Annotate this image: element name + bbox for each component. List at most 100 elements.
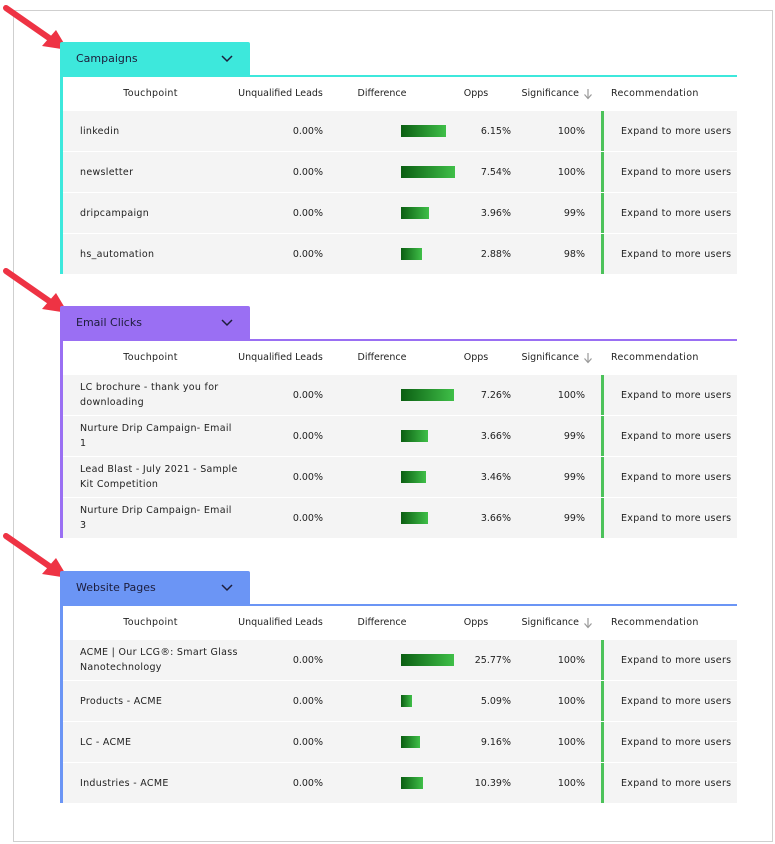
- significance-value: 98%: [563, 248, 585, 260]
- touchpoint-name: ACME | Our LCG®: Smart Glass Nanotechnol…: [80, 647, 238, 673]
- column-unqualified-leads[interactable]: Unqualified Leads: [238, 351, 323, 365]
- touchpoint-name: Industries - ACME: [80, 777, 169, 789]
- opps-value: 10.39%: [474, 777, 511, 789]
- significance-value: 100%: [557, 695, 585, 707]
- section-title: Email Clicks: [76, 316, 142, 329]
- unqualified-leads-value: 0.00%: [292, 471, 323, 483]
- table-row[interactable]: LC - ACME 0.00% 9.16% 100% Expand to mor…: [63, 721, 737, 762]
- recommendation-text: Expand to more users: [601, 681, 737, 721]
- recommendation-text: Expand to more users: [601, 457, 737, 497]
- touchpoint-name: hs_automation: [80, 248, 155, 260]
- column-significance[interactable]: Significance: [511, 617, 601, 629]
- table-row[interactable]: Nurture Drip Campaign- Email 3 0.00% 3.6…: [63, 497, 737, 538]
- touchpoint-table: Touchpoint Unqualified Leads Difference …: [60, 77, 737, 274]
- difference-bar: [401, 695, 412, 707]
- difference-cell: [323, 430, 441, 442]
- significance-value: 100%: [557, 125, 585, 137]
- section-toggle-campaigns[interactable]: Campaigns: [60, 42, 250, 75]
- table-row[interactable]: dripcampaign 0.00% 3.96% 99% Expand to m…: [63, 192, 737, 233]
- touchpoint-name: Products - ACME: [80, 695, 163, 707]
- difference-cell: [323, 777, 441, 789]
- touchpoint-name: dripcampaign: [80, 207, 150, 219]
- column-opps[interactable]: Opps: [441, 617, 511, 628]
- significance-value: 99%: [563, 430, 585, 442]
- table-row[interactable]: Products - ACME 0.00% 5.09% 100% Expand …: [63, 680, 737, 721]
- table-row[interactable]: Nurture Drip Campaign- Email 1 0.00% 3.6…: [63, 415, 737, 456]
- significance-value: 100%: [557, 736, 585, 748]
- recommendation-text: Expand to more users: [601, 111, 737, 151]
- table-row[interactable]: linkedin 0.00% 6.15% 100% Expand to more…: [63, 110, 737, 151]
- difference-cell: [323, 125, 446, 137]
- recommendation-text: Expand to more users: [601, 722, 737, 762]
- opps-value: 7.26%: [480, 389, 511, 401]
- opps-value: 3.66%: [480, 430, 511, 442]
- column-difference[interactable]: Difference: [323, 617, 441, 628]
- table-header: Touchpoint Unqualified Leads Difference …: [63, 606, 737, 639]
- unqualified-leads-value: 0.00%: [292, 248, 323, 260]
- section-toggle-email-clicks[interactable]: Email Clicks: [60, 306, 250, 339]
- section-toggle-website-pages[interactable]: Website Pages: [60, 571, 250, 604]
- column-touchpoint[interactable]: Touchpoint: [63, 86, 238, 101]
- difference-bar: [401, 430, 428, 442]
- opps-value: 7.54%: [480, 166, 511, 178]
- column-unqualified-leads[interactable]: Unqualified Leads: [238, 87, 323, 101]
- opps-value: 6.15%: [480, 125, 511, 137]
- recommendation-text: Expand to more users: [601, 193, 737, 233]
- column-opps[interactable]: Opps: [441, 88, 511, 99]
- significance-value: 100%: [557, 777, 585, 789]
- column-recommendation[interactable]: Recommendation: [601, 350, 737, 365]
- difference-bar: [401, 736, 420, 748]
- significance-value: 99%: [563, 207, 585, 219]
- table-row[interactable]: LC brochure - thank you for downloading …: [63, 374, 737, 415]
- difference-bar: [401, 777, 423, 789]
- chevron-down-icon: [221, 318, 233, 326]
- table-row[interactable]: Industries - ACME 0.00% 10.39% 100% Expa…: [63, 762, 737, 803]
- touchpoint-name: LC brochure - thank you for downloading: [80, 382, 219, 408]
- column-recommendation[interactable]: Recommendation: [601, 86, 737, 101]
- column-significance-label: Significance: [521, 352, 579, 363]
- table-row[interactable]: ACME | Our LCG®: Smart Glass Nanotechnol…: [63, 639, 737, 680]
- sort-arrow-down-icon[interactable]: [583, 88, 593, 100]
- chevron-down-icon: [221, 583, 233, 591]
- table-row[interactable]: newsletter 0.00% 7.54% 100% Expand to mo…: [63, 151, 737, 192]
- column-opps[interactable]: Opps: [441, 352, 511, 363]
- significance-value: 100%: [557, 654, 585, 666]
- difference-bar: [401, 125, 446, 137]
- difference-cell: [323, 654, 454, 666]
- unqualified-leads-value: 0.00%: [292, 695, 323, 707]
- sort-arrow-down-icon[interactable]: [583, 617, 593, 629]
- difference-cell: [323, 389, 454, 401]
- difference-bar: [401, 207, 429, 219]
- section-email-clicks: Email Clicks Touchpoint Unqualified Lead…: [60, 306, 737, 538]
- opps-value: 3.46%: [480, 471, 511, 483]
- column-difference[interactable]: Difference: [323, 88, 441, 99]
- difference-cell: [323, 736, 441, 748]
- recommendation-text: Expand to more users: [601, 498, 737, 538]
- column-touchpoint[interactable]: Touchpoint: [63, 615, 238, 630]
- opps-value: 5.09%: [480, 695, 511, 707]
- recommendation-text: Expand to more users: [601, 416, 737, 456]
- touchpoint-name: LC - ACME: [80, 736, 132, 748]
- touchpoint-name: linkedin: [80, 125, 120, 137]
- section-title: Website Pages: [76, 581, 156, 594]
- sort-arrow-down-icon[interactable]: [583, 352, 593, 364]
- column-significance-label: Significance: [521, 617, 579, 628]
- table-row[interactable]: Lead Blast - July 2021 - Sample Kit Comp…: [63, 456, 737, 497]
- difference-cell: [323, 512, 441, 524]
- significance-value: 100%: [557, 166, 585, 178]
- significance-value: 99%: [563, 471, 585, 483]
- difference-cell: [323, 166, 455, 178]
- difference-cell: [323, 207, 441, 219]
- difference-cell: [323, 248, 441, 260]
- significance-value: 99%: [563, 512, 585, 524]
- column-recommendation[interactable]: Recommendation: [601, 615, 737, 630]
- table-row[interactable]: hs_automation 0.00% 2.88% 98% Expand to …: [63, 233, 737, 274]
- unqualified-leads-value: 0.00%: [292, 777, 323, 789]
- column-unqualified-leads[interactable]: Unqualified Leads: [238, 616, 323, 630]
- opps-value: 3.96%: [480, 207, 511, 219]
- column-significance[interactable]: Significance: [511, 352, 601, 364]
- column-difference[interactable]: Difference: [323, 352, 441, 363]
- table-header: Touchpoint Unqualified Leads Difference …: [63, 341, 737, 374]
- column-significance[interactable]: Significance: [511, 88, 601, 100]
- column-touchpoint[interactable]: Touchpoint: [63, 350, 238, 365]
